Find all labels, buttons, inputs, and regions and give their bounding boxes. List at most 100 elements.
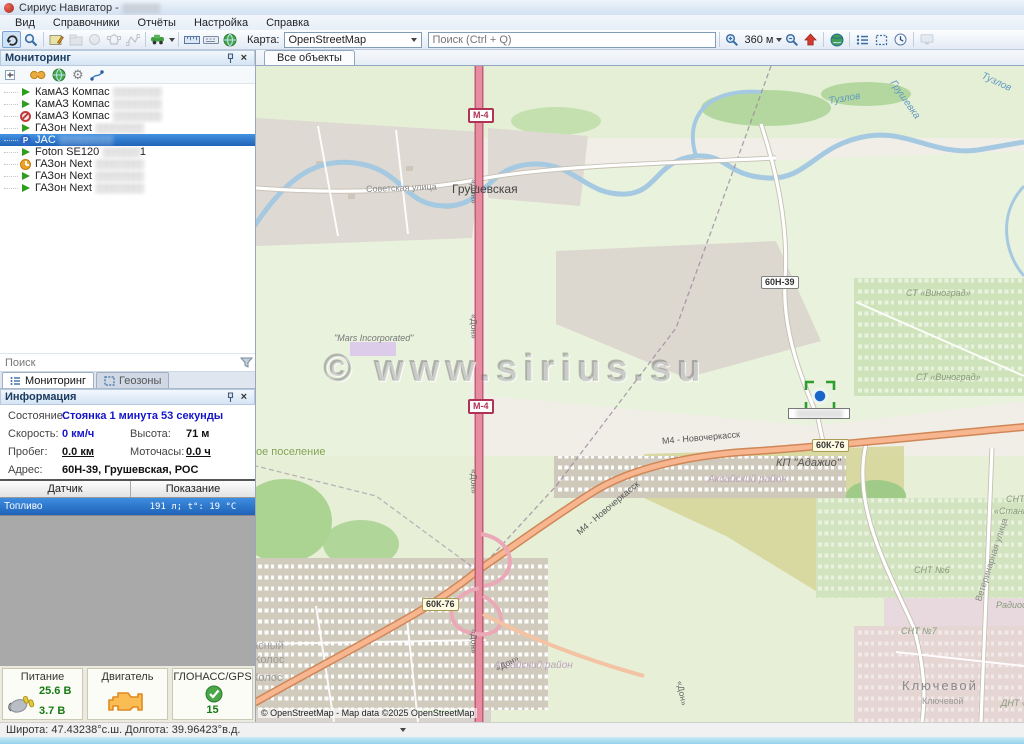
battery-voltage-value: 3.7 В (39, 705, 65, 717)
tree-connector (4, 164, 18, 165)
sensor-row[interactable]: Топливо191 л; t°: 19 °C (0, 498, 255, 515)
pin-icon[interactable] (223, 53, 238, 64)
vehicle-row[interactable]: КамАЗ Компас▒▒▒▒▒▒▒▒▒ (0, 110, 255, 122)
mileage-value[interactable]: 0.0 км (62, 446, 94, 458)
vehicle-row[interactable]: Foton SE120▒▒▒▒▒▒▒1 (0, 146, 255, 158)
tree-search-input[interactable] (2, 355, 240, 370)
tree-connector (4, 188, 18, 189)
vehicle-plate-redacted: ▒▒▒▒▒▒▒▒▒ (113, 110, 161, 122)
settings-gear-icon[interactable]: ⚙ (72, 68, 84, 81)
show-on-map-icon[interactable] (52, 68, 66, 82)
road-shield: М-4 (468, 108, 494, 123)
vehicle-row[interactable]: ГАЗон Next▒▒▒▒▒▒▒▒▒ (0, 170, 255, 182)
zoom-in-icon[interactable] (723, 31, 742, 48)
monitoring-toolbar: ⚙ (0, 66, 255, 84)
vehicle-plate-redacted: ▒▒▒▒▒▒▒▒▒ (95, 182, 143, 194)
home-view-icon[interactable] (801, 31, 820, 48)
sensor-name: Топливо (0, 498, 131, 515)
vehicle-row[interactable]: КамАЗ Компас▒▒▒▒▒▒▒▒▒ (0, 98, 255, 110)
map-select-label: Карта: (247, 34, 280, 46)
panel-tab-Геозоны[interactable]: Геозоны (96, 372, 169, 388)
vehicle-name: ГАЗон Next (35, 182, 92, 194)
track-route-icon[interactable] (90, 69, 104, 81)
vehicle-marker-label: ▒▒▒▒▒▒▒▒▒▒ (788, 408, 850, 419)
map-edit-icon[interactable] (47, 31, 66, 48)
satellite-icon (204, 684, 224, 704)
engine-hours-value[interactable]: 0.0 ч (186, 446, 211, 458)
coords-readout: Широта: 47.43238°с.ш. Долгота: 39.96423°… (6, 724, 240, 736)
panel-tabs: Мониторинг Геозоны (0, 372, 255, 389)
power-gauge: Питание 25.6 В 3.7 В (2, 668, 83, 720)
world-map-icon[interactable] (827, 31, 846, 48)
vehicle-status-icon (20, 123, 31, 134)
vehicle-menu-icon[interactable] (149, 31, 175, 48)
objects-list-icon[interactable] (853, 31, 872, 48)
menu-item[interactable]: Отчёты (129, 17, 185, 29)
history-clock-icon[interactable] (891, 31, 910, 48)
window-title-redacted: ▒▒▒▒▒▒▒ (122, 3, 160, 13)
global-search (428, 32, 716, 48)
gauges-row: Питание 25.6 В 3.7 В Двигатель ГЛОНАСС/G… (0, 666, 255, 722)
ruler-icon[interactable] (182, 31, 201, 48)
new-geozone-icon[interactable] (66, 31, 85, 48)
map-select[interactable]: OpenStreetMap (284, 32, 422, 48)
vehicle-row[interactable]: ГАЗон Next▒▒▒▒▒▒▒▒▒ (0, 182, 255, 194)
monitoring-panel: Мониторинг × ⚙ КамАЗ Компас▒▒▒▒▒▒▒▒▒КамА… (0, 50, 256, 722)
zoom-out-icon[interactable] (782, 31, 801, 48)
menu-item[interactable]: Настройка (185, 17, 257, 29)
polyline-geozone-icon[interactable] (123, 31, 142, 48)
status-bar: Широта: 47.43238°с.ш. Долгота: 39.96423°… (0, 722, 1024, 737)
state-value: Стоянка 1 минута 53 секунды (62, 410, 223, 422)
speed-label: Скорость: (8, 428, 59, 440)
vehicle-plate-redacted: ▒▒▒▒▒▒▒▒▒ (95, 122, 143, 134)
engine-gauge: Двигатель (87, 668, 168, 720)
zoom-tool-icon[interactable] (21, 31, 40, 48)
screen-mode-icon[interactable] (917, 31, 936, 48)
altitude-label: Высота: (130, 428, 171, 440)
tree-connector (4, 140, 18, 141)
taskbar-edge (0, 737, 1024, 744)
close-panel-icon[interactable]: × (238, 52, 250, 64)
tree-connector (4, 176, 18, 177)
vehicle-row[interactable]: PJAC▒▒▒▒▒▒▒▒▒▒ (0, 134, 255, 146)
vehicle-status-icon: P (20, 135, 31, 146)
vehicle-row[interactable]: КамАЗ Компас▒▒▒▒▒▒▒▒▒ (0, 86, 255, 98)
polygon-geozone-icon[interactable] (104, 31, 123, 48)
speed-value: 0 км/ч (62, 428, 94, 440)
satellite-count: 15 (173, 704, 252, 716)
vehicle-status-icon (20, 159, 31, 170)
panel-tab-Мониторинг[interactable]: Мониторинг (2, 372, 94, 388)
circle-geozone-icon[interactable] (85, 31, 104, 48)
statusbar-menu-icon[interactable] (400, 728, 406, 732)
menu-item[interactable]: Вид (6, 17, 44, 29)
track-refresh-icon[interactable] (2, 31, 21, 48)
panel-tab-label: Мониторинг (25, 375, 86, 387)
menu-item[interactable]: Справочники (44, 17, 129, 29)
map-canvas[interactable]: © www.sirius.su Советская улицаГрушевска… (256, 66, 1024, 722)
vehicle-plate-redacted: ▒▒▒▒▒▒▒▒▒ (113, 98, 161, 110)
select-region-icon[interactable] (872, 31, 891, 48)
vehicle-plate-redacted: ▒▒▒▒▒▒▒▒▒ (113, 86, 161, 98)
sensors-rows: Топливо191 л; t°: 19 °C (0, 498, 255, 515)
menu-item[interactable]: Справка (257, 17, 318, 29)
vehicle-status-icon (20, 171, 31, 182)
layers-globe-icon[interactable] (220, 31, 239, 48)
expand-all-icon[interactable] (4, 69, 16, 81)
vehicle-plate-redacted: ▒▒▒▒▒▒▒▒▒ (95, 170, 143, 182)
filter-funnel-icon[interactable] (240, 357, 253, 368)
vehicle-marker-dot (814, 390, 826, 402)
find-object-icon[interactable] (30, 69, 46, 80)
vehicle-name: КамАЗ Компас (35, 110, 110, 122)
close-panel-icon[interactable]: × (238, 391, 250, 403)
info-panel-header: Информация × (0, 389, 255, 405)
global-search-input[interactable] (429, 33, 715, 47)
vehicle-row[interactable]: ГАЗон Next▒▒▒▒▒▒▒▒▒ (0, 122, 255, 134)
measure-icon[interactable] (201, 31, 220, 48)
map-tab-all-objects[interactable]: Все объекты (264, 50, 355, 65)
vehicle-row[interactable]: ГАЗон Next▒▒▒▒▒▒▒▒▒ (0, 158, 255, 170)
vehicle-plate-redacted: ▒▒▒▒▒▒▒▒▒▒ (59, 134, 113, 146)
pin-icon[interactable] (223, 392, 238, 403)
mileage-label: Пробег: (8, 446, 48, 458)
power-gauge-label: Питание (3, 671, 82, 683)
tree-connector (4, 128, 18, 129)
